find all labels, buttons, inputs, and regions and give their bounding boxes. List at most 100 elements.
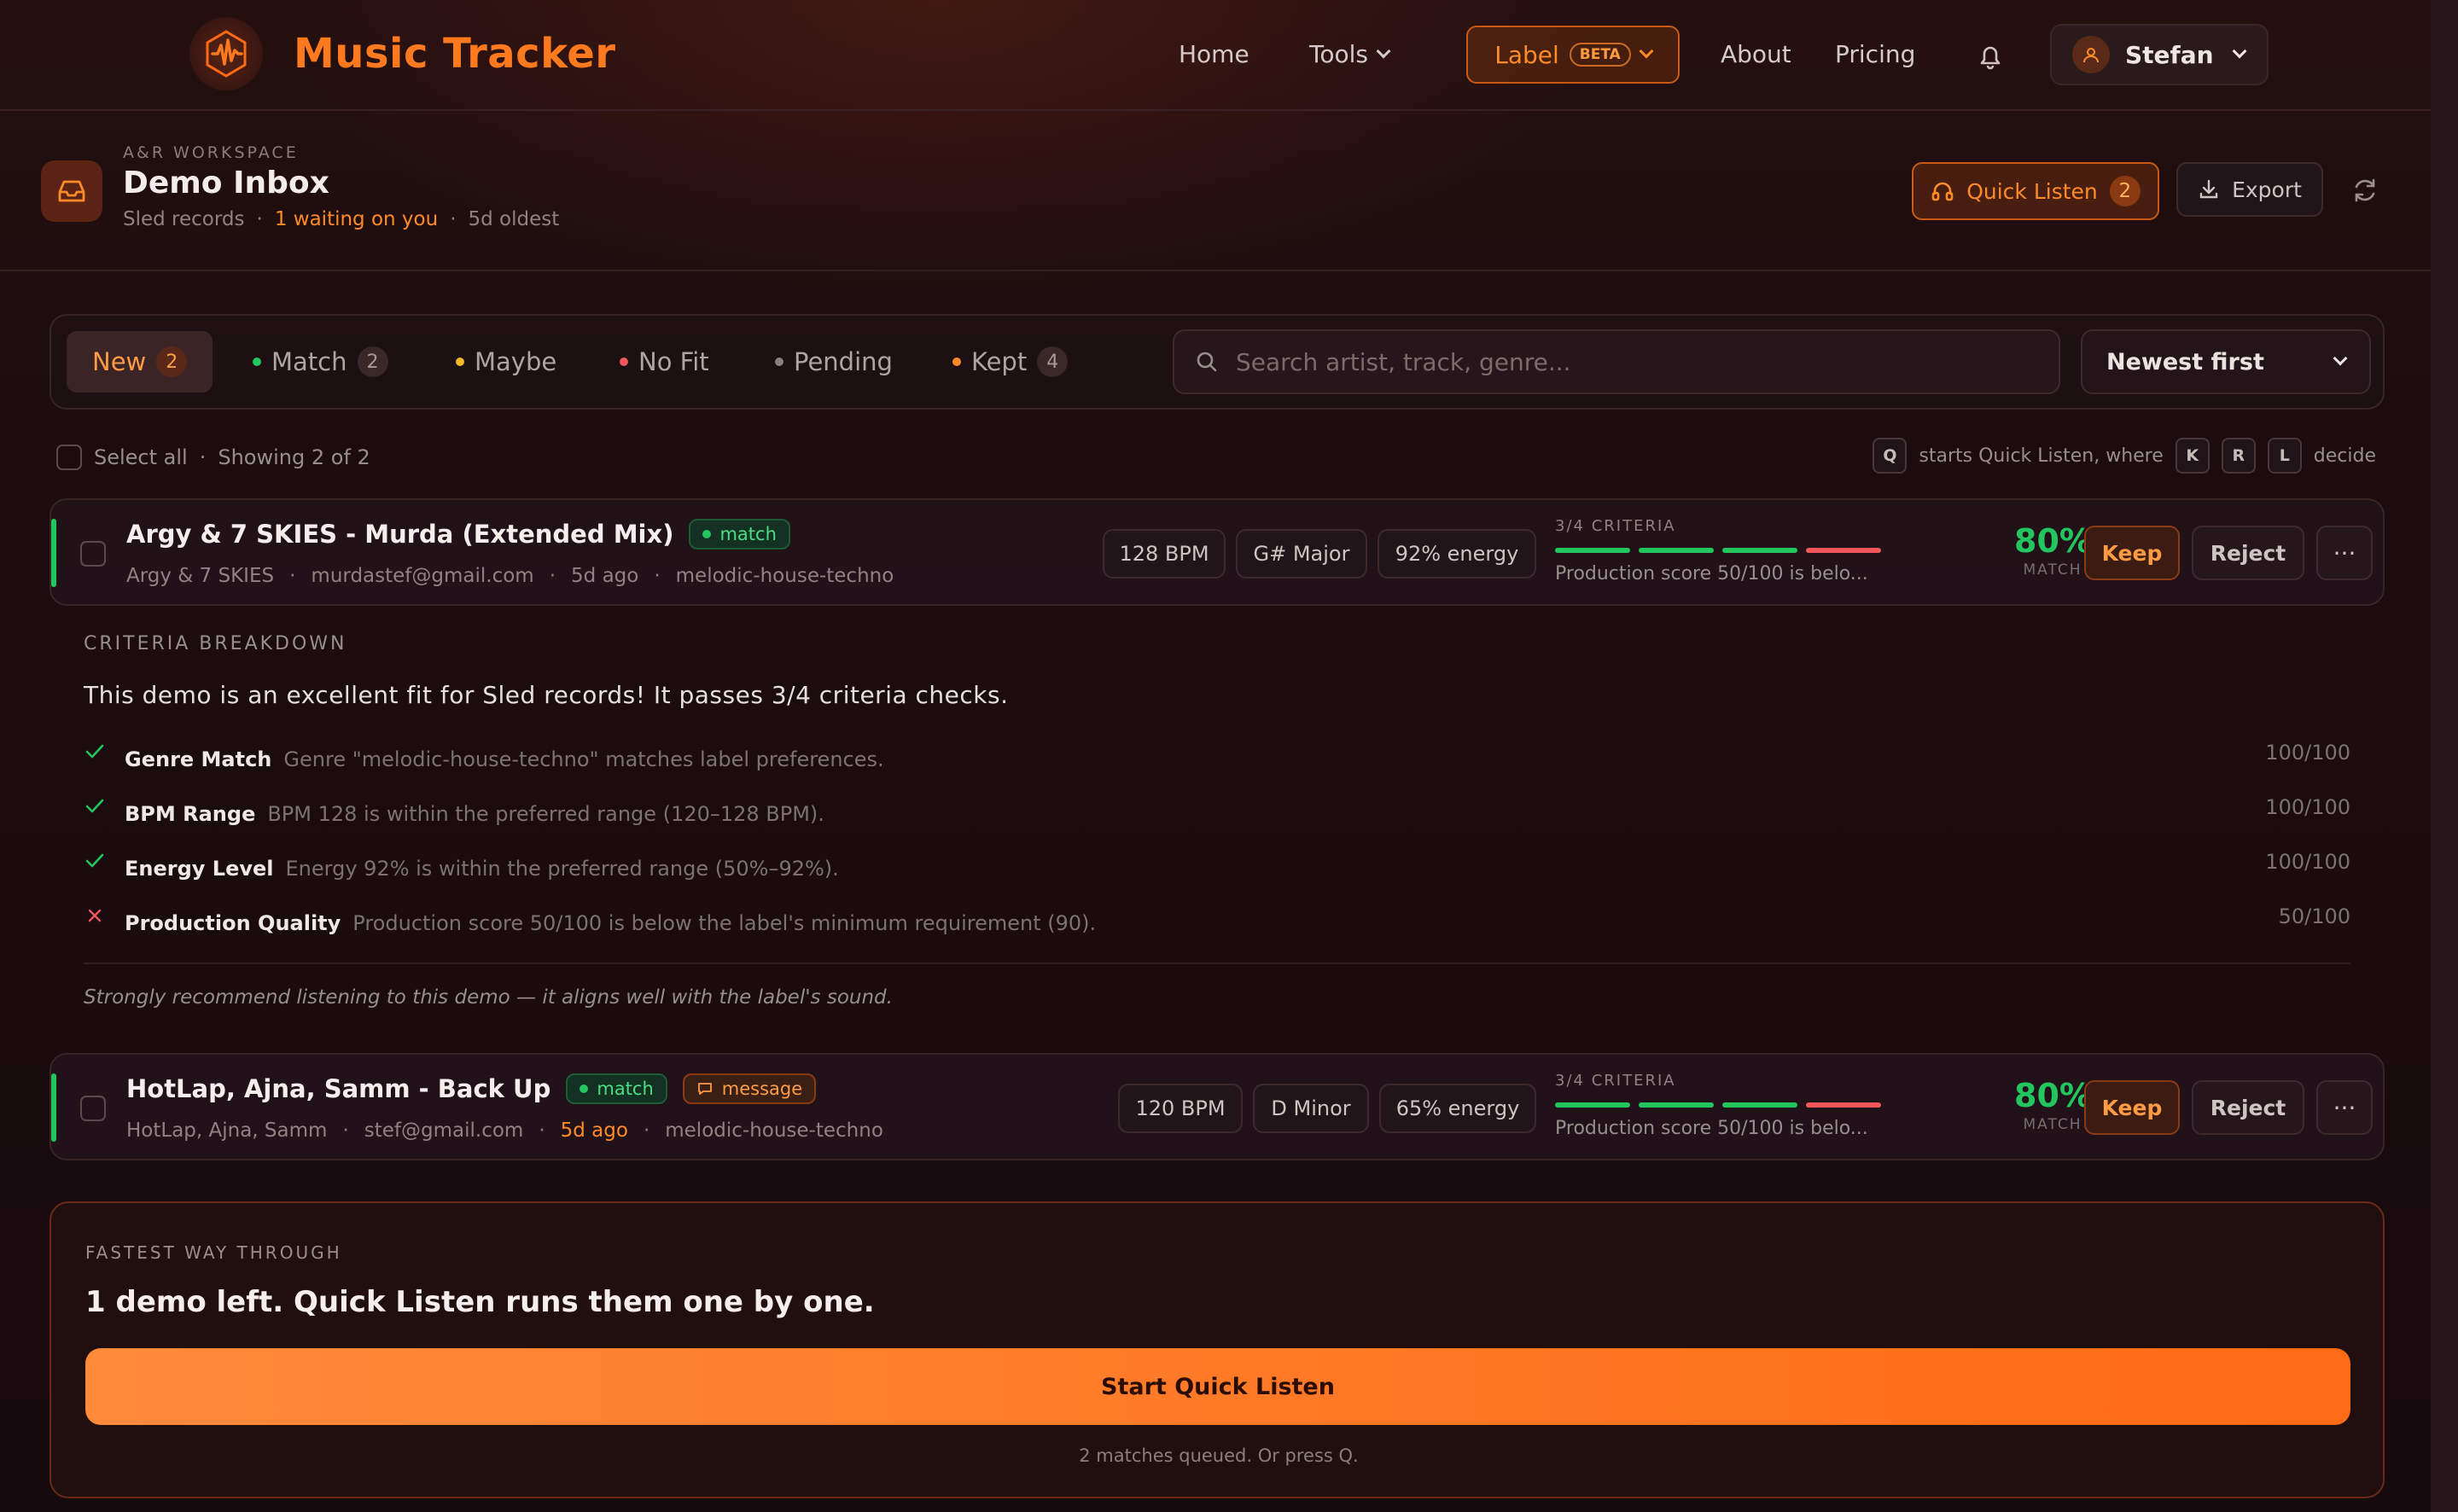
tab-no-fit[interactable]: No Fit bbox=[620, 331, 709, 393]
export-label: Export bbox=[2232, 177, 2302, 202]
scrollbar[interactable] bbox=[2431, 0, 2458, 1512]
criteria-note: Production score 50/100 is belo... bbox=[1555, 563, 1868, 584]
separator: · bbox=[199, 445, 207, 469]
criterion-title: Production Quality bbox=[125, 911, 341, 935]
tab-match[interactable]: Match 2 bbox=[253, 331, 388, 393]
message-badge-text: message bbox=[721, 1079, 803, 1099]
criterion-name: Energy Level Energy 92% is within the pre… bbox=[125, 857, 839, 881]
list-controls: Select all · Showing 2 of 2 bbox=[56, 442, 370, 473]
more-options-icon[interactable]: ··· bbox=[2316, 526, 2373, 580]
tab-kept[interactable]: Kept 4 bbox=[952, 331, 1069, 393]
criteria-bar-fail bbox=[1806, 548, 1881, 553]
nav-about[interactable]: About bbox=[1721, 24, 1791, 85]
status-dot-icon bbox=[253, 358, 261, 366]
tab-label: New bbox=[92, 347, 147, 376]
criterion-score: 50/100 bbox=[2278, 904, 2350, 928]
beta-badge: BETA bbox=[1569, 43, 1631, 67]
tab-new[interactable]: New 2 bbox=[67, 331, 213, 393]
tab-count: 2 bbox=[357, 346, 388, 377]
criterion-score: 100/100 bbox=[2265, 795, 2350, 819]
status-dot-icon bbox=[702, 530, 712, 538]
criteria-bars bbox=[1555, 548, 1881, 553]
genre: melodic-house-techno bbox=[675, 565, 894, 587]
criteria-bars bbox=[1555, 1102, 1881, 1108]
email: murdastef@gmail.com bbox=[311, 565, 534, 587]
separator: · bbox=[654, 565, 661, 587]
hint-text-a: starts Quick Listen, where bbox=[1919, 445, 2164, 467]
demo-row[interactable]: HotLap, Ajna, Samm - Back Up match messa… bbox=[50, 1053, 2385, 1160]
meta-separator: · bbox=[450, 208, 457, 230]
row-checkbox[interactable] bbox=[80, 541, 106, 567]
search-input[interactable] bbox=[1236, 347, 2055, 376]
nav-tools[interactable]: Tools bbox=[1309, 24, 1391, 85]
search-box[interactable] bbox=[1173, 329, 2060, 394]
card-footer: 2 matches queued. Or press Q. bbox=[1079, 1445, 1359, 1466]
tab-label: Kept bbox=[971, 347, 1028, 376]
demo-meta: HotLap, Ajna, Samm · stef@gmail.com · 5d… bbox=[126, 1119, 883, 1142]
tab-pending[interactable]: Pending bbox=[775, 331, 893, 393]
criterion-desc: Production score 50/100 is below the lab… bbox=[352, 911, 1097, 935]
breakdown-summary: This demo is an excellent fit for Sled r… bbox=[84, 681, 1009, 709]
tab-maybe[interactable]: Maybe bbox=[456, 331, 556, 393]
tab-label: No Fit bbox=[638, 347, 709, 376]
check-icon bbox=[85, 853, 104, 868]
nav-links: Home Tools Label BETA About Pricing Stef… bbox=[0, 24, 2431, 85]
nav-home[interactable]: Home bbox=[1179, 24, 1249, 85]
kbd-r: R bbox=[2221, 438, 2256, 474]
label-name: Sled records bbox=[123, 208, 245, 230]
status-dot-icon bbox=[620, 358, 628, 366]
criteria-bar-pass bbox=[1722, 548, 1797, 553]
export-button[interactable]: Export bbox=[2176, 162, 2323, 217]
criteria-bar-pass bbox=[1722, 1102, 1797, 1108]
user-avatar-icon bbox=[2072, 36, 2110, 73]
recommendation: Strongly recommend listening to this dem… bbox=[84, 986, 893, 1009]
criteria-label: 3/4 CRITERIA bbox=[1555, 517, 1676, 535]
reject-button[interactable]: Reject bbox=[2192, 526, 2304, 580]
track-title: Argy & 7 SKIES - Murda (Extended Mix) bbox=[126, 520, 674, 549]
refresh-icon[interactable] bbox=[2350, 176, 2379, 205]
match-indicator bbox=[51, 1073, 56, 1142]
bpm-chip: 128 BPM bbox=[1103, 529, 1226, 579]
tab-label: Pending bbox=[794, 347, 893, 376]
age: 5d ago bbox=[560, 1119, 628, 1142]
user-name: Stefan bbox=[2125, 40, 2214, 69]
notifications-bell-icon[interactable] bbox=[1973, 39, 2007, 73]
quick-listen-count: 2 bbox=[2109, 176, 2141, 206]
demo-title: HotLap, Ajna, Samm - Back Up match messa… bbox=[126, 1073, 817, 1104]
user-menu[interactable]: Stefan bbox=[2050, 24, 2269, 85]
reject-button[interactable]: Reject bbox=[2192, 1080, 2304, 1135]
criteria-bar-pass bbox=[1639, 548, 1714, 553]
email: stef@gmail.com bbox=[364, 1119, 524, 1142]
criterion-title: Energy Level bbox=[125, 857, 274, 881]
criteria-bar-pass bbox=[1555, 548, 1630, 553]
more-options-icon[interactable]: ··· bbox=[2316, 1080, 2373, 1135]
workspace-label: A&R WORKSPACE bbox=[123, 143, 299, 162]
nav-label-dropdown[interactable]: Label BETA bbox=[1466, 26, 1680, 84]
keep-button[interactable]: Keep bbox=[2084, 526, 2180, 580]
top-nav: Music Tracker Home Tools Label BETA Abou… bbox=[0, 0, 2431, 111]
select-all-checkbox[interactable] bbox=[56, 445, 82, 470]
nav-pricing[interactable]: Pricing bbox=[1835, 24, 1915, 85]
meta-separator: · bbox=[256, 208, 263, 230]
waiting-count: 1 waiting on you bbox=[274, 208, 439, 230]
sort-select[interactable]: Newest first bbox=[2081, 329, 2371, 394]
row-checkbox[interactable] bbox=[80, 1096, 106, 1121]
filter-bar: New 2 Match 2 Maybe No Fit Pending Kept … bbox=[50, 314, 2385, 410]
demo-row[interactable]: Argy & 7 SKIES - Murda (Extended Mix) ma… bbox=[50, 498, 2385, 606]
energy-chip: 92% energy bbox=[1378, 529, 1536, 579]
start-quick-listen-button[interactable]: Start Quick Listen bbox=[85, 1348, 2350, 1425]
criterion-row: Genre Match Genre "melodic-house-techno" … bbox=[84, 741, 2350, 775]
criterion-name: Genre Match Genre "melodic-house-techno" … bbox=[125, 747, 884, 771]
criteria-breakdown: CRITERIA BREAKDOWN This demo is an excel… bbox=[84, 633, 2350, 1009]
quick-listen-button[interactable]: Quick Listen 2 bbox=[1912, 162, 2159, 220]
keep-button[interactable]: Keep bbox=[2084, 1080, 2180, 1135]
separator: · bbox=[539, 1119, 545, 1142]
criteria-bar-pass bbox=[1555, 1102, 1630, 1108]
select-all-label[interactable]: Select all bbox=[94, 445, 188, 469]
criterion-score: 100/100 bbox=[2265, 741, 2350, 765]
status-dot-icon bbox=[456, 358, 464, 366]
match-percent: 80% bbox=[2014, 1077, 2092, 1114]
sort-value: Newest first bbox=[2106, 348, 2264, 375]
separator: · bbox=[289, 565, 296, 587]
card-label: FASTEST WAY THROUGH bbox=[85, 1242, 342, 1263]
